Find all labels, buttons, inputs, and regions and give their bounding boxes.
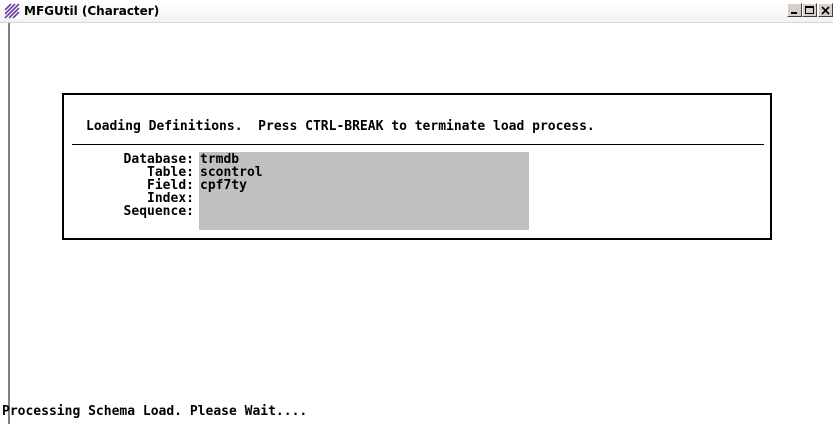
sequence-label: Sequence: [123, 204, 194, 219]
field-value: cpf7ty [200, 178, 247, 193]
minimize-button[interactable] [787, 3, 802, 17]
title-bar[interactable]: MFGUtil (Character) [0, 0, 833, 23]
console-area: Loading Definitions. Press CTRL-BREAK to… [2, 23, 833, 424]
status-message: Processing Schema Load. Please Wait.... [2, 404, 308, 419]
dialog-header: Loading Definitions. Press CTRL-BREAK to… [86, 119, 595, 134]
dialog-divider [72, 144, 764, 145]
app-icon [4, 3, 20, 19]
app-window: MFGUtil (Character) Loading Definitions.… [0, 0, 833, 424]
maximize-icon [805, 6, 814, 14]
window-title: MFGUtil (Character) [24, 4, 160, 18]
close-button[interactable] [818, 3, 833, 17]
field-row-sequence: Sequence: [64, 205, 764, 218]
minimize-icon [791, 12, 797, 14]
loading-dialog: Loading Definitions. Press CTRL-BREAK to… [62, 93, 772, 240]
maximize-button[interactable] [802, 3, 817, 17]
close-icon [821, 6, 830, 15]
